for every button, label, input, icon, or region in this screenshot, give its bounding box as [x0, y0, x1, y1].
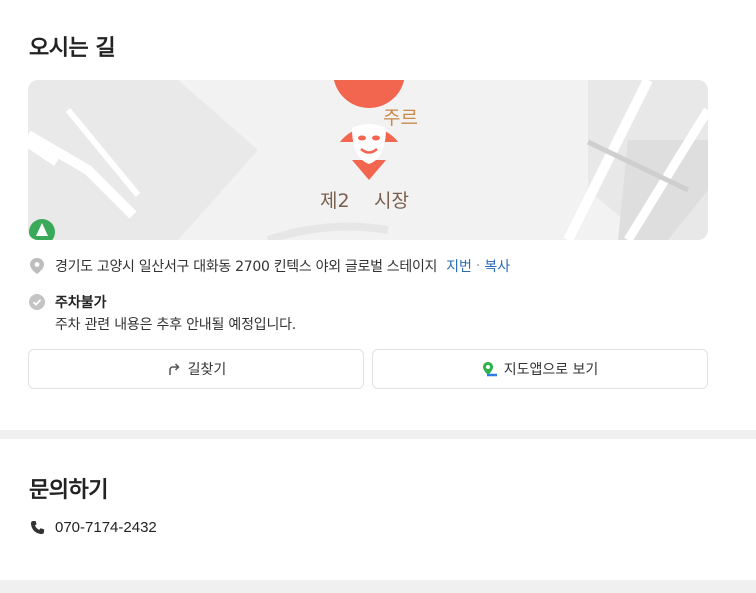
map-app-button[interactable]: 지도앱으로 보기: [372, 349, 708, 389]
map-app-icon: [482, 361, 498, 377]
separator-dot: ·: [475, 258, 481, 274]
route-button-label: 길찾기: [187, 362, 227, 378]
inquiry-title: 문의하기: [29, 478, 108, 503]
jibun-link[interactable]: 지번: [446, 256, 472, 276]
map-view[interactable]: 주르 제2 시장: [28, 80, 708, 240]
check-circle-icon: [29, 294, 45, 310]
copy-address-link[interactable]: 복사: [484, 256, 510, 276]
map-poi-label: 주르: [383, 107, 418, 129]
phone-number[interactable]: 070-7174-2432: [55, 519, 157, 536]
route-arrow-icon: [166, 361, 182, 377]
map-poi-label: 제2: [320, 190, 350, 212]
section-divider: [0, 580, 756, 593]
directions-section: 오시는 길 주르 제2 시장 경기도 고양시 일산서구 대화동 2700 킨텍스…: [0, 0, 756, 430]
address-row: 경기도 고양시 일산서구 대화동 2700 킨텍스 야외 글로벌 스테이지 지번…: [29, 256, 510, 276]
directions-title: 오시는 길: [29, 36, 116, 61]
map-app-button-label: 지도앱으로 보기: [503, 362, 599, 378]
parking-description: 주차 관련 내용은 추후 안내될 예정입니다.: [55, 317, 297, 333]
map-poi-label: 시장: [374, 190, 409, 212]
phone-icon: [29, 520, 45, 536]
section-divider: [0, 430, 756, 439]
address-text: 경기도 고양시 일산서구 대화동 2700 킨텍스 야외 글로벌 스테이지: [55, 259, 438, 275]
phone-row[interactable]: 070-7174-2432: [29, 519, 157, 536]
inquiry-section: 문의하기 070-7174-2432: [0, 439, 756, 580]
location-pin-icon: [29, 258, 45, 274]
map-graphic: 주르 제2 시장: [28, 80, 708, 240]
parking-title: 주차불가: [55, 295, 107, 311]
route-button[interactable]: 길찾기: [28, 349, 364, 389]
